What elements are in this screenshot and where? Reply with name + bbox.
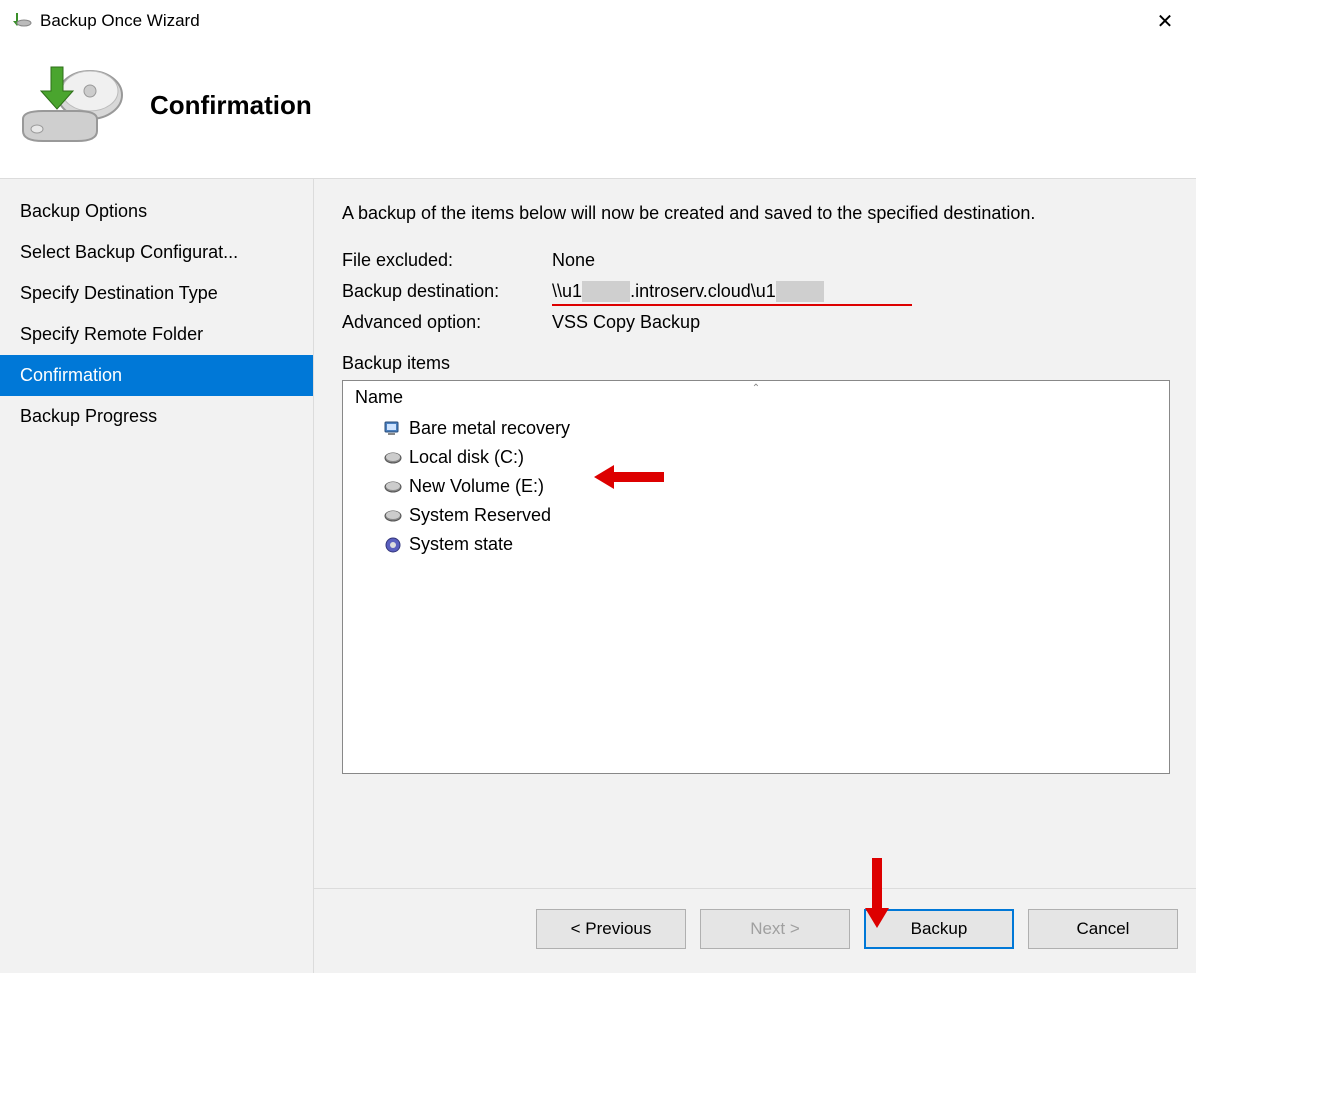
- footer-buttons: < Previous Next > Backup Cancel: [314, 888, 1196, 973]
- label-backup-items: Backup items: [342, 353, 1170, 374]
- close-button[interactable]: ✕: [1146, 6, 1184, 36]
- annotation-underline: [552, 304, 912, 306]
- page-title: Confirmation: [150, 90, 312, 121]
- cancel-button[interactable]: Cancel: [1028, 909, 1178, 949]
- sidebar-item-backup-options[interactable]: Backup Options: [0, 191, 313, 232]
- label-backup-destination: Backup destination:: [342, 281, 552, 302]
- redacted-segment: XXXX: [582, 281, 630, 302]
- value-advanced-option: VSS Copy Backup: [552, 312, 1170, 333]
- list-item[interactable]: System state: [343, 530, 1169, 559]
- sidebar-item-destination-type[interactable]: Specify Destination Type: [0, 273, 313, 314]
- wizard-header: Confirmation: [0, 42, 1196, 178]
- list-item-label: System state: [409, 534, 513, 555]
- window-title: Backup Once Wizard: [40, 11, 200, 31]
- row-backup-destination: Backup destination: \\u1XXXX.introserv.c…: [342, 281, 1170, 302]
- next-button: Next >: [700, 909, 850, 949]
- disk-icon: [383, 448, 403, 468]
- list-column-name[interactable]: Name ⌃: [343, 381, 1169, 414]
- list-item[interactable]: Local disk (C:): [343, 443, 1169, 472]
- sidebar-item-backup-progress[interactable]: Backup Progress: [0, 396, 313, 437]
- list-item[interactable]: Bare metal recovery: [343, 414, 1169, 443]
- sidebar-item-remote-folder[interactable]: Specify Remote Folder: [0, 314, 313, 355]
- list-item[interactable]: System Reserved: [343, 501, 1169, 530]
- previous-button[interactable]: < Previous: [536, 909, 686, 949]
- backup-items-list[interactable]: Name ⌃ Bare metal recovery Local disk (C…: [342, 380, 1170, 774]
- list-item[interactable]: New Volume (E:): [343, 472, 1169, 501]
- footer-containter: < Previous Next > Backup Cancel: [0, 888, 1196, 973]
- list-item-label: System Reserved: [409, 505, 551, 526]
- sidebar-item-select-config[interactable]: Select Backup Configurat...: [0, 232, 313, 273]
- label-file-excluded: File excluded:: [342, 250, 552, 271]
- sort-indicator-icon: ⌃: [752, 383, 760, 394]
- disk-icon: [383, 506, 403, 526]
- label-advanced-option: Advanced option:: [342, 312, 552, 333]
- intro-text: A backup of the items below will now be …: [342, 201, 1170, 226]
- body: Backup Options Select Backup Configurat.…: [0, 178, 1196, 888]
- gear-icon: [383, 535, 403, 555]
- list-item-label: Local disk (C:): [409, 447, 524, 468]
- backup-hero-icon: [10, 60, 130, 150]
- computer-icon: [383, 419, 403, 439]
- backup-button[interactable]: Backup: [864, 909, 1014, 949]
- list-item-label: New Volume (E:): [409, 476, 544, 497]
- value-file-excluded: None: [552, 250, 1170, 271]
- sidebar-item-confirmation[interactable]: Confirmation: [0, 355, 313, 396]
- app-icon: [12, 11, 32, 31]
- row-file-excluded: File excluded: None: [342, 250, 1170, 271]
- content-pane: A backup of the items below will now be …: [314, 179, 1196, 888]
- titlebar: Backup Once Wizard ✕: [0, 0, 1196, 42]
- redacted-segment: XXXX: [776, 281, 824, 302]
- value-backup-destination: \\u1XXXX.introserv.cloud\u1XXXX: [552, 281, 1170, 302]
- row-advanced-option: Advanced option: VSS Copy Backup: [342, 312, 1170, 333]
- list-item-label: Bare metal recovery: [409, 418, 570, 439]
- disk-icon: [383, 477, 403, 497]
- wizard-window: Backup Once Wizard ✕ Confirmation Backup…: [0, 0, 1196, 973]
- wizard-steps-sidebar: Backup Options Select Backup Configurat.…: [0, 179, 314, 888]
- close-icon: ✕: [1157, 9, 1174, 34]
